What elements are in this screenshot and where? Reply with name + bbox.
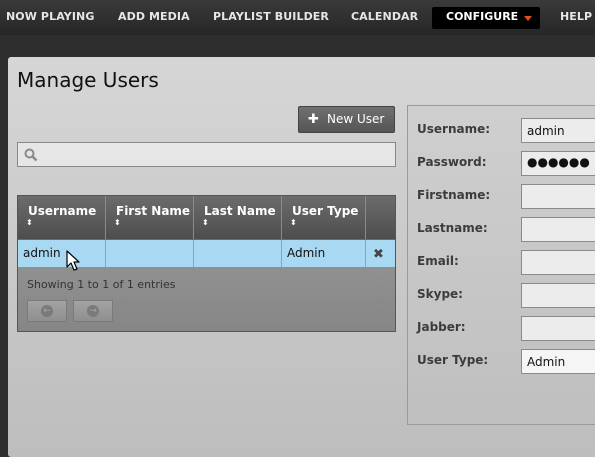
lastname-label: Lastname: <box>417 221 488 235</box>
lastname-field[interactable] <box>521 217 595 242</box>
cell-first-name <box>106 240 194 267</box>
user-type-select[interactable]: Admin <box>521 349 595 374</box>
skype-label: Skype: <box>417 287 463 301</box>
nav-add-media[interactable]: ADD MEDIA <box>118 10 190 23</box>
firstname-label: Firstname: <box>417 188 491 202</box>
table-info: Showing 1 to 1 of 1 entries <box>27 278 176 291</box>
skype-field[interactable] <box>521 283 595 308</box>
column-header-last-name[interactable]: Last Name ⬍ <box>194 196 282 239</box>
nav-help[interactable]: HELP <box>560 10 592 23</box>
column-header-user-type[interactable]: User Type ⬍ <box>282 196 366 239</box>
new-user-label: New User <box>327 112 385 126</box>
nav-calendar[interactable]: CALENDAR <box>351 10 418 23</box>
top-nav-bar: NOW PLAYING ADD MEDIA PLAYLIST BUILDER C… <box>0 0 595 35</box>
column-label: Username <box>28 204 97 218</box>
delete-icon[interactable]: ✖ <box>373 247 384 262</box>
nav-playlist-builder[interactable]: PLAYLIST BUILDER <box>213 10 329 23</box>
sort-icon: ⬍ <box>202 218 209 227</box>
next-page-button[interactable]: → <box>73 300 113 322</box>
jabber-field[interactable] <box>521 316 595 341</box>
email-label: Email: <box>417 254 459 268</box>
sort-icon: ⬍ <box>26 218 33 227</box>
cell-last-name <box>194 240 282 267</box>
dropdown-caret-icon <box>524 16 532 21</box>
firstname-field[interactable] <box>521 184 595 209</box>
password-label: Password: <box>417 155 487 169</box>
column-header-first-name[interactable]: First Name ⬍ <box>106 196 194 239</box>
previous-page-button[interactable]: ← <box>27 300 67 322</box>
column-label: User Type <box>292 204 359 218</box>
sort-icon: ⬍ <box>290 218 297 227</box>
cell-username: admin <box>18 240 106 267</box>
sort-icon: ⬍ <box>114 218 121 227</box>
mouse-pointer-icon <box>66 250 80 271</box>
new-user-button[interactable]: ✚ New User <box>298 106 395 133</box>
nav-configure[interactable]: CONFIGURE <box>432 7 540 29</box>
user-type-label: User Type: <box>417 353 489 367</box>
nav-configure-label: CONFIGURE <box>446 10 519 23</box>
column-header-username[interactable]: Username ⬍ <box>18 196 106 239</box>
plus-icon: ✚ <box>308 112 319 127</box>
jabber-label: Jabber: <box>417 320 466 334</box>
column-label: First Name <box>116 204 191 218</box>
arrow-right-icon: → <box>87 305 99 317</box>
column-label: Last Name <box>204 204 276 218</box>
search-icon <box>24 148 38 162</box>
password-field[interactable]: ●●●●●● <box>521 151 595 176</box>
page-title: Manage Users <box>17 68 159 92</box>
cell-user-type: Admin <box>282 240 366 267</box>
username-field[interactable]: admin <box>521 118 595 143</box>
table-header: Username ⬍ First Name ⬍ Last Name ⬍ User… <box>18 196 395 239</box>
nav-now-playing[interactable]: NOW PLAYING <box>6 10 94 23</box>
email-field[interactable] <box>521 250 595 275</box>
arrow-left-icon: ← <box>41 305 53 317</box>
username-label: Username: <box>417 122 491 136</box>
search-input[interactable] <box>17 142 396 167</box>
